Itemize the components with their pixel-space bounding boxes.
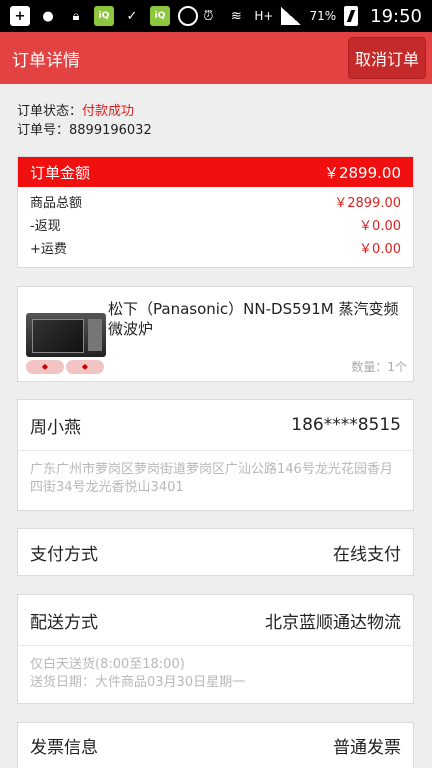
recipient-phone: 186****8515 xyxy=(291,415,401,435)
status-left-icons: + ● 🔒︎ iQ ✓ iQ xyxy=(10,6,198,26)
order-number-line: 订单号：8899196032 xyxy=(17,121,152,140)
shipping-card[interactable]: 配送方式 北京蓝顺通达物流 仅白天送货(8:00至18:00) 送货日期：大件商… xyxy=(17,594,414,704)
alarm-icon: ⏰︎ xyxy=(203,8,214,24)
wifi-icon: ≋ xyxy=(230,8,242,24)
amount-row-label: +运费 xyxy=(30,242,67,257)
shipping-value: 北京蓝顺通达物流 xyxy=(265,612,401,633)
address-contact: 周小燕 186****8515 xyxy=(18,400,413,451)
payment-label: 支付方式 xyxy=(30,544,98,565)
battery-icon xyxy=(344,6,359,26)
cancel-order-button[interactable]: 取消订单 xyxy=(347,37,426,79)
battery-percent: 71% xyxy=(309,9,337,23)
order-amount-total: ￥2899.00 xyxy=(323,163,401,182)
recipient-name: 周小燕 xyxy=(30,417,81,438)
order-amount-card: 订单金额 ￥2899.00 商品总额 ￥2899.00 -返现 ￥0.00 +运… xyxy=(17,156,414,268)
order-status-value: 付款成功 xyxy=(82,104,135,119)
clock: 19:50 xyxy=(370,5,422,27)
network-type: H+ xyxy=(254,9,274,23)
shipping-date-note: 送货日期：大件商品03月30日星期一 xyxy=(30,675,246,690)
order-number-value: 8899196032 xyxy=(69,123,152,138)
lock-icon: 🔒︎ xyxy=(72,8,80,24)
promo-badge-icon: ◆ xyxy=(66,360,104,374)
page-title: 订单详情 xyxy=(12,50,80,71)
amount-row-value: ￥0.00 xyxy=(359,242,401,257)
order-status-label: 订单状态： xyxy=(17,104,83,119)
shipping-label: 配送方式 xyxy=(30,612,98,633)
invoice-value: 普通发票 xyxy=(333,738,401,758)
product-name: 松下（Panasonic）NN-DS591M 蒸汽变频微波炉 xyxy=(108,300,399,338)
address-text: 广东广州市萝岗区萝岗街道萝岗区广汕公路146号龙光花园香月四街34号龙光香悦山3… xyxy=(30,462,393,495)
amount-row-goods: 商品总额 ￥2899.00 xyxy=(18,190,413,213)
order-number-label: 订单号： xyxy=(17,123,70,138)
product-quantity: 数量：1个 xyxy=(351,360,407,374)
payment-method-row[interactable]: 支付方式 在线支付 xyxy=(17,528,414,576)
product-item[interactable]: ◆ ◆ 松下（Panasonic）NN-DS591M 蒸汽变频微波炉 数量：1个 xyxy=(17,286,414,382)
amount-row-shipping: +运费 ￥0.00 xyxy=(18,236,413,259)
wechat-icon: ● xyxy=(42,8,54,24)
order-amount-header: 订单金额 ￥2899.00 xyxy=(18,157,413,187)
app-header: 订单详情 取消订单 xyxy=(0,32,432,84)
shipping-time-note: 仅白天送货(8:00至18:00) xyxy=(30,657,185,672)
microwave-window xyxy=(32,319,84,353)
microwave-image: ◆ ◆ xyxy=(26,305,111,374)
invoice-row[interactable]: 发票信息 普通发票 xyxy=(17,722,414,768)
check-icon: ✓ xyxy=(126,8,138,24)
signal-icon xyxy=(281,7,302,25)
status-right-icons: ⏰︎ ≋ H+ 71% 19:50 xyxy=(198,6,422,27)
amount-breakdown: 商品总额 ￥2899.00 -返现 ￥0.00 +运费 ￥0.00 xyxy=(18,187,413,259)
order-status-block: 订单状态：付款成功 订单号：8899196032 xyxy=(17,102,152,140)
payment-value: 在线支付 xyxy=(333,544,401,565)
microwave-panel xyxy=(88,319,102,351)
status-bar: + ● 🔒︎ iQ ✓ iQ ⏰︎ ≋ H+ 71% 19:50 xyxy=(0,0,432,32)
promo-badge-icon: ◆ xyxy=(26,360,64,374)
invoice-label: 发票信息 xyxy=(30,738,98,758)
iqiyi-icon: iQ xyxy=(94,6,114,26)
circle-app-icon xyxy=(178,6,198,26)
plus-icon: + xyxy=(10,6,30,26)
shipping-info: 仅白天送货(8:00至18:00) 送货日期：大件商品03月30日星期一 xyxy=(18,646,413,692)
iqiyi-icon: iQ xyxy=(150,6,170,26)
amount-row-label: -返现 xyxy=(30,219,61,234)
amount-row-value: ￥0.00 xyxy=(359,219,401,234)
amount-row-label: 商品总额 xyxy=(30,196,83,211)
order-amount-title: 订单金额 xyxy=(30,163,91,182)
address-card[interactable]: 周小燕 186****8515 广东广州市萝岗区萝岗街道萝岗区广汕公路146号龙… xyxy=(17,399,414,511)
amount-row-value: ￥2899.00 xyxy=(334,196,401,211)
shipping-method-row: 配送方式 北京蓝顺通达物流 xyxy=(18,595,413,646)
amount-row-cashback: -返现 ￥0.00 xyxy=(18,213,413,236)
order-status-line: 订单状态：付款成功 xyxy=(17,102,152,121)
